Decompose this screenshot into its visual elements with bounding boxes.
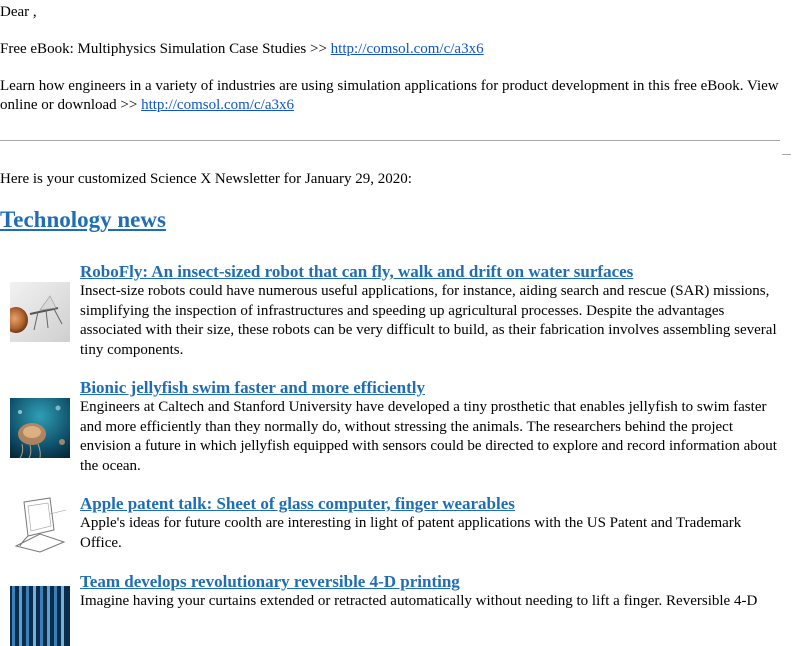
divider (0, 140, 780, 141)
article-summary: Insect-size robots could have numerous u… (80, 283, 777, 358)
article-thumbnail[interactable] (10, 586, 70, 646)
promo-headline: Free eBook: Multiphysics Simulation Case… (0, 40, 484, 59)
article-title-link[interactable]: Apple patent talk: Sheet of glass comput… (80, 494, 780, 513)
jellyfish-photo-icon (10, 398, 70, 458)
printing-photo-icon (10, 586, 70, 646)
divider-tick (782, 154, 791, 155)
promo-body-link[interactable]: http://comsol.com/c/a3x6 (141, 97, 294, 113)
promo-body: Learn how engineers in a variety of indu… (0, 77, 780, 115)
article-body: Team develops revolutionary reversible 4… (80, 572, 780, 612)
article-body: Apple patent talk: Sheet of glass comput… (80, 494, 780, 553)
article-summary: Engineers at Caltech and Stanford Univer… (80, 399, 777, 474)
article-title-link[interactable]: Team develops revolutionary reversible 4… (80, 572, 780, 591)
robofly-photo-icon (10, 282, 70, 342)
greeting: Dear , (0, 4, 37, 20)
article-thumbnail[interactable] (10, 398, 70, 458)
promo-body-text: Learn how engineers in a variety of indu… (0, 78, 779, 113)
article-title-link[interactable]: Bionic jellyfish swim faster and more ef… (80, 378, 780, 397)
patent-drawing-icon (10, 494, 70, 554)
article-thumbnail[interactable] (10, 494, 70, 554)
article-title-link[interactable]: RoboFly: An insect-sized robot that can … (80, 262, 780, 281)
article-thumbnail[interactable] (10, 282, 70, 342)
promo-headline-link[interactable]: http://comsol.com/c/a3x6 (331, 41, 484, 57)
article-summary: Apple's ideas for future coolth are inte… (80, 515, 742, 551)
section-title-technology-news[interactable]: Technology news (0, 206, 166, 234)
article-summary: Imagine having your curtains extended or… (80, 593, 758, 609)
newsletter-intro: Here is your customized Science X Newsle… (0, 171, 412, 187)
promo-headline-text: Free eBook: Multiphysics Simulation Case… (0, 41, 331, 57)
article-body: RoboFly: An insect-sized robot that can … (80, 262, 780, 360)
article-body: Bionic jellyfish swim faster and more ef… (80, 378, 780, 476)
